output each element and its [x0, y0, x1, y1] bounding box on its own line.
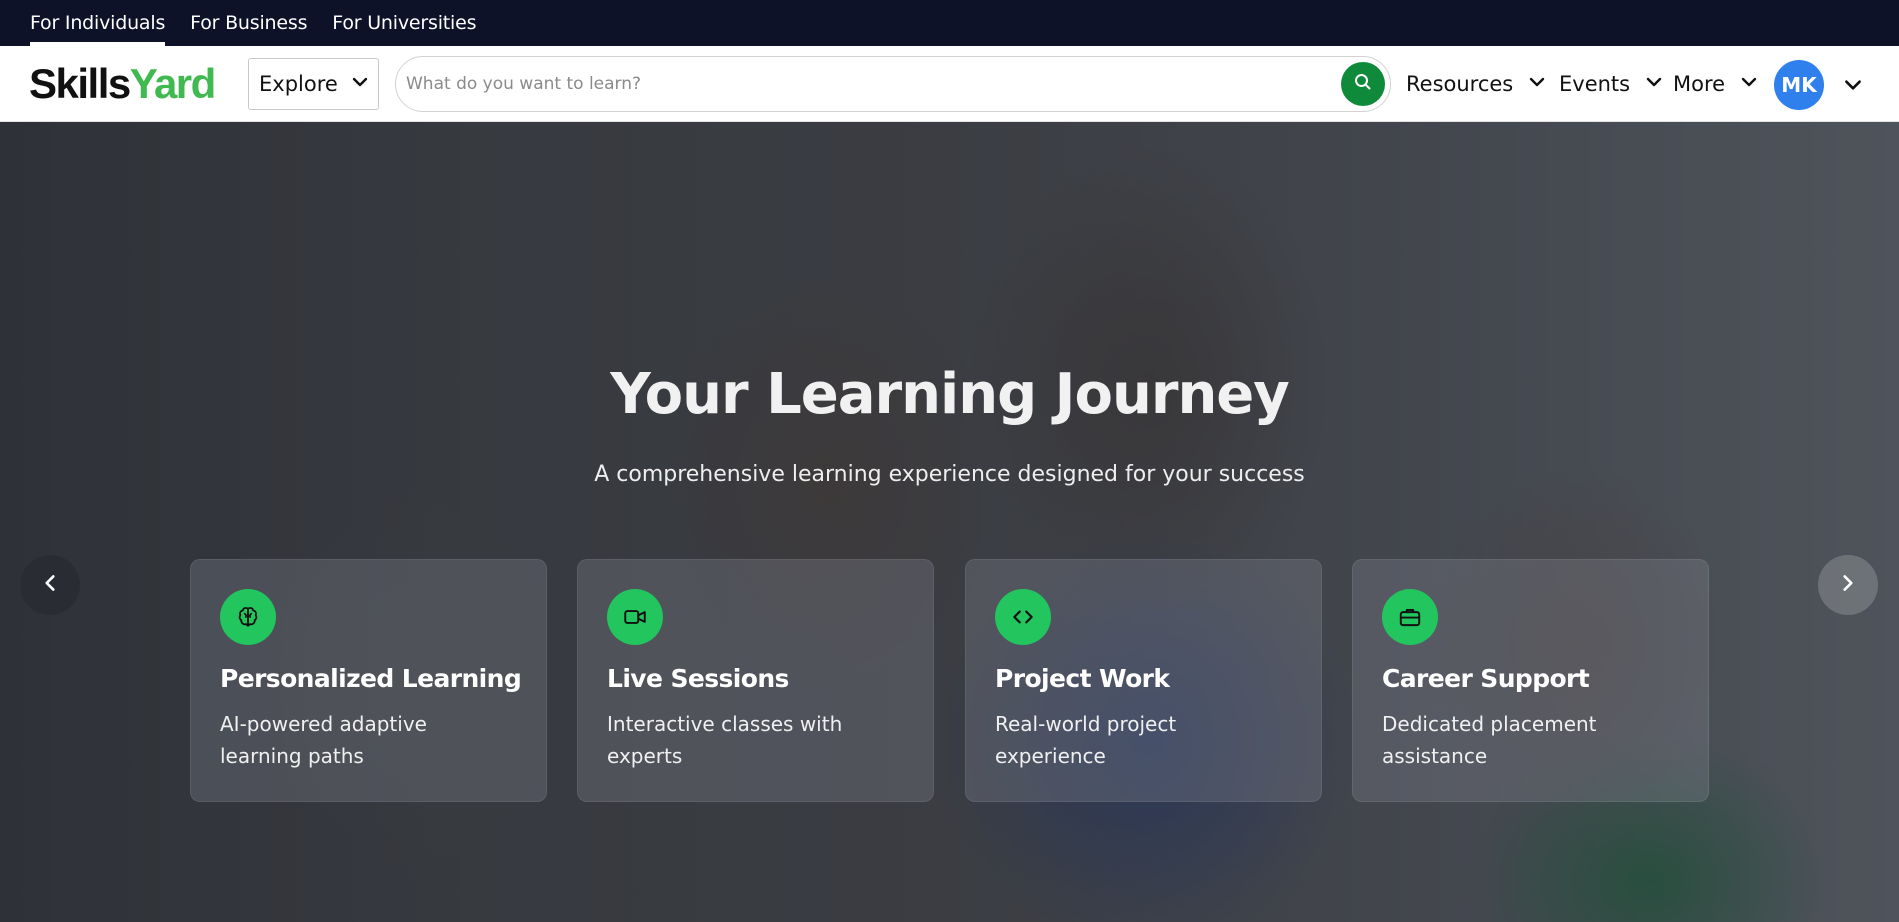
- nav-more[interactable]: More: [1673, 68, 1759, 100]
- hero-subtitle: A comprehensive learning experience desi…: [594, 462, 1305, 487]
- feature-card[interactable]: Career Support Dedicated placement assis…: [1352, 559, 1709, 802]
- code-icon: [995, 589, 1051, 645]
- hero-section: Your Learning Journey A comprehensive le…: [0, 122, 1899, 922]
- card-title: Personalized Learning: [220, 664, 522, 693]
- main-header: SkillsYard Explore Resources Events More…: [0, 46, 1899, 122]
- nav-more-label: More: [1673, 72, 1726, 96]
- explore-label: Explore: [259, 72, 338, 96]
- skillsyard-logo[interactable]: SkillsYard: [29, 60, 217, 108]
- search-button[interactable]: [1341, 62, 1385, 106]
- feature-card[interactable]: Project Work Real-world project experien…: [965, 559, 1322, 802]
- card-title: Career Support: [1382, 664, 1590, 693]
- carousel-prev-button[interactable]: [20, 555, 80, 615]
- feature-card[interactable]: Live Sessions Interactive classes with e…: [577, 559, 934, 802]
- carousel-next-button[interactable]: [1818, 555, 1878, 615]
- tab-for-business[interactable]: For Business: [190, 0, 307, 46]
- tab-for-universities[interactable]: For Universities: [332, 0, 476, 46]
- card-description: Interactive classes with experts: [607, 712, 843, 768]
- feature-card[interactable]: Personalized Learning AI-powered adaptiv…: [190, 559, 547, 802]
- card-title: Live Sessions: [607, 664, 789, 693]
- nav-events[interactable]: Events: [1559, 68, 1664, 100]
- logo-text-skills: Skills: [29, 60, 131, 107]
- search-input[interactable]: [406, 65, 1326, 103]
- logo-text-yard: Yard: [129, 60, 217, 107]
- video-icon: [607, 589, 663, 645]
- tab-for-individuals[interactable]: For Individuals: [30, 0, 165, 46]
- briefcase-icon: [1382, 589, 1438, 645]
- chevron-down-icon: [1527, 72, 1547, 97]
- user-avatar[interactable]: MK: [1774, 60, 1824, 110]
- chevron-down-icon: [350, 72, 370, 96]
- nav-resources-label: Resources: [1406, 72, 1514, 96]
- hero-background-photo: [0, 122, 1899, 922]
- chevron-down-icon: [1644, 72, 1664, 97]
- card-title: Project Work: [995, 664, 1170, 693]
- nav-resources[interactable]: Resources: [1406, 68, 1547, 100]
- chevron-left-icon: [39, 572, 61, 598]
- hero-title: Your Learning Journey: [610, 362, 1290, 427]
- card-description: Dedicated placement assistance: [1382, 712, 1597, 768]
- chevron-down-icon: [1739, 72, 1759, 97]
- search-bar: [395, 56, 1391, 112]
- card-description: Real-world project experience: [995, 712, 1177, 768]
- account-menu-chevron-icon[interactable]: [1842, 74, 1864, 100]
- audience-bar: For Individuals For Business For Univers…: [0, 0, 1899, 46]
- brain-icon: [220, 589, 276, 645]
- card-description: AI-powered adaptive learning paths: [220, 712, 427, 768]
- nav-events-label: Events: [1559, 72, 1631, 96]
- search-icon: [1353, 72, 1373, 96]
- explore-dropdown[interactable]: Explore: [248, 58, 379, 110]
- chevron-right-icon: [1837, 572, 1859, 598]
